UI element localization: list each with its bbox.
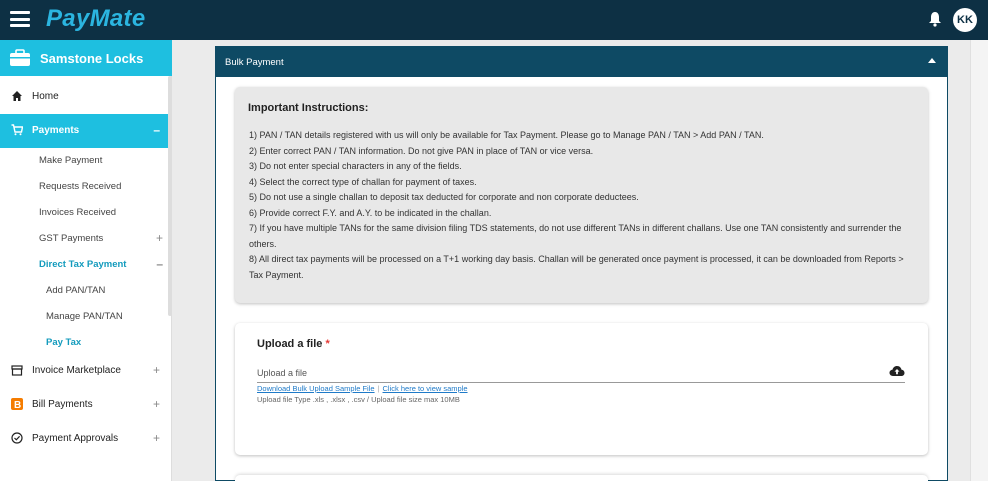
instruction-item: 7) If you have multiple TANs for the sam… — [249, 223, 902, 249]
collapse-caret-icon[interactable] — [928, 58, 936, 63]
required-marker: * — [325, 338, 330, 350]
sidebar-item-label: Invoice Marketplace — [32, 365, 121, 376]
check-circle-icon — [11, 432, 23, 444]
sidebar-sub-add-pan-tan[interactable]: Add PAN/TAN — [46, 285, 105, 296]
sidebar-sub-gst-payments[interactable]: GST Payments + — [39, 231, 163, 245]
panel-header[interactable]: Bulk Payment — [216, 47, 947, 77]
sidebar-item-label: Payments — [32, 125, 80, 136]
user-avatar[interactable]: KK — [953, 8, 977, 32]
instruction-item: 3) Do not enter special characters in an… — [249, 161, 462, 171]
cart-icon — [11, 124, 23, 136]
main-scrollbar[interactable] — [970, 40, 988, 481]
upload-links: Download Bulk Upload Sample File | Click h… — [257, 384, 468, 393]
bell-icon[interactable] — [928, 11, 942, 27]
instruction-item: 1) PAN / TAN details registered with us … — [249, 130, 764, 140]
sidebar-item-invoice-marketplace[interactable]: Invoice Marketplace + — [0, 354, 170, 388]
sidebar-item-payments[interactable]: Payments – — [0, 114, 170, 148]
sidebar-item-home[interactable]: Home — [0, 80, 170, 114]
instructions-card: Important Instructions: 1) PAN / TAN det… — [235, 87, 928, 303]
brand-logo: PayMate — [46, 5, 146, 32]
svg-text:B: B — [14, 400, 21, 410]
instruction-item: 4) Select the correct type of challan fo… — [249, 176, 477, 187]
sidebar-item-label: Home — [32, 91, 59, 102]
expand-icon[interactable]: + — [153, 363, 160, 377]
instruction-item: 2) Enter correct PAN / TAN information. … — [249, 145, 594, 156]
company-name: Samstone Locks — [40, 51, 144, 66]
link-separator: | — [377, 384, 380, 393]
expand-icon[interactable]: + — [156, 231, 163, 245]
upload-file-field[interactable]: Upload a file — [257, 365, 905, 383]
home-icon — [12, 91, 22, 101]
upload-hint: Upload file Type .xls , .xlsx , .csv / U… — [257, 395, 460, 404]
collapse-icon[interactable]: – — [153, 123, 160, 137]
expand-icon[interactable]: + — [153, 431, 160, 445]
view-sample-link[interactable]: Click here to view sample — [383, 384, 468, 393]
expand-icon[interactable]: + — [153, 397, 160, 411]
instructions-list: 1) PAN / TAN details registered with us … — [249, 128, 917, 283]
instructions-heading: Important Instructions: — [248, 102, 369, 114]
sidebar-item-bill-payments[interactable]: B Bill Payments + — [0, 388, 170, 422]
upload-title-text: Upload a file — [257, 338, 323, 350]
panel-title: Bulk Payment — [225, 57, 284, 68]
cloud-upload-icon[interactable] — [889, 365, 905, 377]
sidebar-sub-invoices-received[interactable]: Invoices Received — [39, 207, 116, 218]
sidebar-sub-make-payment[interactable]: Make Payment — [39, 155, 102, 166]
briefcase-icon — [10, 49, 30, 66]
menu-icon[interactable] — [10, 11, 30, 27]
upload-title: Upload a file * — [257, 338, 330, 350]
top-bar: PayMate KK — [0, 0, 988, 40]
bill-b-icon: B — [11, 398, 23, 410]
download-sample-link[interactable]: Download Bulk Upload Sample File — [257, 384, 375, 393]
sidebar-sub-requests-received[interactable]: Requests Received — [39, 181, 121, 192]
sidebar-item-payment-approvals[interactable]: Payment Approvals + — [0, 422, 170, 456]
sidebar-sub-label: Direct Tax Payment — [39, 259, 127, 270]
instruction-item: 5) Do not use a single challan to deposi… — [249, 192, 639, 202]
sidebar-sub-label: GST Payments — [39, 233, 104, 244]
sidebar-sub-pay-tax[interactable]: Pay Tax — [46, 337, 81, 348]
upload-card: Upload a file * Upload a file Download B… — [235, 323, 928, 455]
instruction-item: 8) All direct tax payments will be proce… — [249, 254, 904, 280]
upload-file-placeholder: Upload a file — [257, 368, 308, 378]
sidebar-item-label: Bill Payments — [32, 399, 93, 410]
collapse-icon[interactable]: – — [156, 257, 163, 271]
company-header[interactable]: Samstone Locks — [0, 40, 172, 76]
sidebar-sub-direct-tax-payment[interactable]: Direct Tax Payment – — [39, 257, 163, 271]
storefront-icon — [11, 365, 23, 376]
next-card-edge — [235, 475, 928, 481]
sidebar-sub-manage-pan-tan[interactable]: Manage PAN/TAN — [46, 311, 123, 322]
instruction-item: 6) Provide correct F.Y. and A.Y. to be i… — [249, 207, 492, 218]
sidebar: Samstone Locks Home Payments – Make Paym… — [0, 40, 172, 481]
sidebar-item-label: Payment Approvals — [32, 433, 119, 444]
